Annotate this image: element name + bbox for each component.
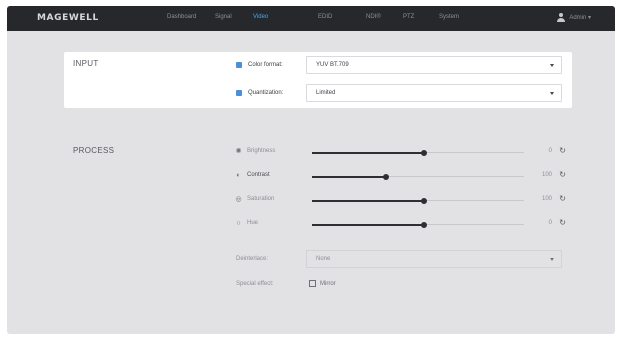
special-effect-label: Special effect: [236,281,274,287]
deinterlace-label: Deinterlace: [236,256,269,262]
saturation-label: Saturation [247,196,275,202]
quantization-value: Limited [316,90,336,96]
nav-dashboard[interactable]: Dashboard [167,14,196,20]
user-menu[interactable]: Admin ▾ [557,13,591,22]
chevron-down-icon [550,258,554,261]
contrast-value: 100 [541,172,552,178]
saturation-fill [312,199,425,202]
reset-icon[interactable]: ↻ [559,219,566,227]
quantization-label: Quantization: [248,90,284,96]
deinterlace-value: None [316,256,331,262]
nav-signal[interactable]: Signal [215,14,232,20]
nav-edid[interactable]: EDID [318,14,332,20]
reset-icon[interactable]: ↻ [559,147,566,155]
saturation-value: 100 [541,196,552,202]
color-format-row: Color format: [236,56,283,74]
mirror-label: Mirror [320,280,336,287]
hue-thumb[interactable] [421,221,428,228]
deinterlace-select[interactable]: None [306,250,562,268]
process-section-title: PROCESS [73,146,115,155]
hue-slider[interactable] [312,221,524,228]
saturation-slider-row: ◎ Saturation 100 ↻ [232,194,572,206]
brightness-thumb[interactable] [421,149,428,156]
nav-ndi[interactable]: NDI® [366,14,381,20]
hue-fill [312,223,425,226]
hue-label: Hue [247,220,259,226]
app-window: MAGEWELL Dashboard Signal Video EDID NDI… [7,6,615,334]
brightness-label: Brightness [247,148,276,154]
user-icon [557,13,566,22]
quantization-row: Quantization: [236,84,283,102]
chevron-down-icon [550,64,554,67]
input-section-title: INPUT [73,59,99,68]
hue-slider-row: ○ Hue 0 ↻ [232,218,572,230]
saturation-thumb[interactable] [421,197,428,204]
brightness-slider-row: ✺ Brightness 0 ↻ [232,146,572,158]
color-format-label: Color format: [248,62,283,68]
reset-icon[interactable]: ↻ [559,171,566,179]
hue-value: 0 [548,220,552,226]
quantization-select[interactable]: Limited [306,84,562,102]
contrast-slider-row: ◐ Contrast 100 ↻ [232,170,572,182]
sun-icon: ✺ [235,148,242,155]
nav-system[interactable]: System [439,14,459,20]
input-section: INPUT Color format: YUV BT.709 Quantizat… [64,52,572,108]
brightness-value: 0 [548,148,552,154]
contrast-slider[interactable] [312,173,524,180]
mirror-checkbox[interactable] [309,280,316,287]
brightness-slider[interactable] [312,149,524,156]
saturation-slider[interactable] [312,197,524,204]
top-navigation-bar: MAGEWELL Dashboard Signal Video EDID NDI… [7,6,615,31]
quantization-checkbox[interactable] [236,90,242,96]
mirror-option[interactable]: Mirror [309,280,336,287]
color-format-select[interactable]: YUV BT.709 [306,56,562,74]
color-format-value: YUV BT.709 [316,62,349,68]
contrast-fill [312,175,387,178]
brightness-fill [312,151,425,154]
brand-logo: MAGEWELL [37,13,99,23]
reset-icon[interactable]: ↻ [559,195,566,203]
color-format-checkbox[interactable] [236,62,242,68]
contrast-label: Contrast [247,172,270,178]
hue-icon: ○ [236,220,241,227]
saturation-icon: ◎ [235,196,242,203]
user-name: Admin ▾ [569,15,591,21]
contrast-icon: ◐ [236,172,241,179]
nav-ptz[interactable]: PTZ [403,14,414,20]
contrast-thumb[interactable] [383,173,390,180]
chevron-down-icon [550,92,554,95]
nav-video[interactable]: Video [253,14,268,20]
